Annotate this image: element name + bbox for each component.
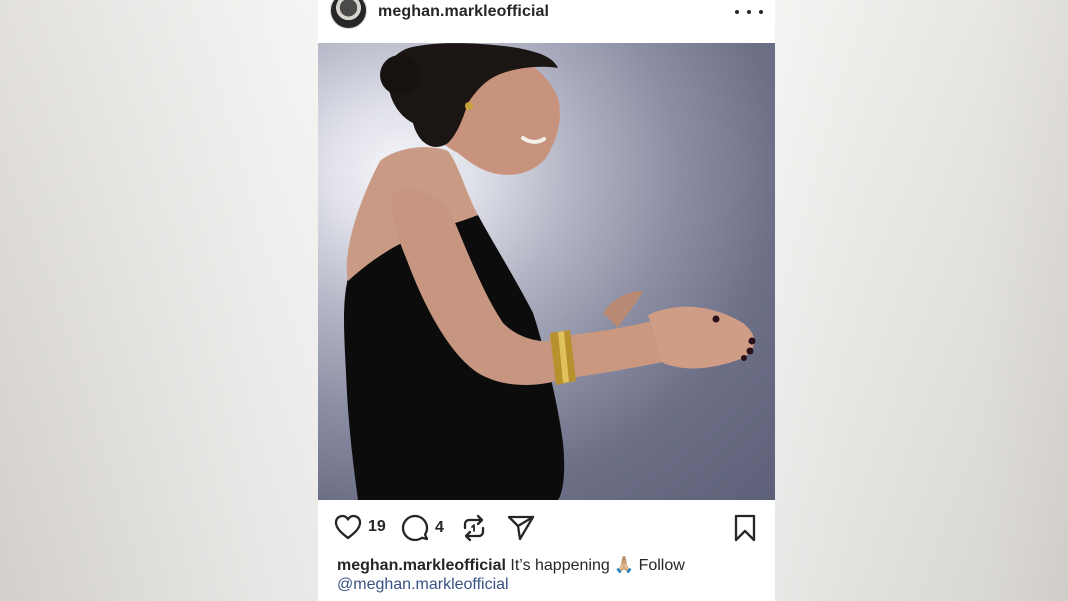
background-right	[775, 0, 1068, 601]
instagram-post: meghan.markleofficial 19 4 meghan.markle…	[318, 0, 775, 601]
more-options-icon[interactable]	[735, 3, 763, 21]
like-count[interactable]: 19	[368, 518, 386, 536]
post-username[interactable]: meghan.markleofficial	[378, 3, 549, 21]
post-photo[interactable]	[318, 43, 775, 500]
background-left	[0, 0, 318, 601]
caption-text: It’s happening 🙏🏼 Follow	[510, 557, 685, 574]
send-icon[interactable]	[507, 514, 535, 541]
comment-count[interactable]: 4	[435, 519, 444, 537]
comment-group: 4	[401, 514, 444, 541]
caption-username[interactable]: meghan.markleofficial	[337, 557, 506, 574]
avatar[interactable]	[330, 0, 367, 29]
repost-icon[interactable]	[461, 514, 487, 542]
caption-mention[interactable]: @meghan.markleofficial	[337, 576, 509, 593]
share-group	[507, 514, 535, 541]
like-group: 19	[334, 514, 386, 540]
photo-illustration	[344, 43, 756, 500]
bookmark-icon[interactable]	[733, 514, 757, 542]
action-bar: 19 4	[318, 500, 775, 556]
repost-group	[461, 514, 487, 542]
save-group	[733, 514, 757, 542]
heart-icon[interactable]	[334, 514, 362, 540]
post-caption: meghan.markleofficial It’s happening 🙏🏼 …	[337, 556, 757, 594]
post-header: meghan.markleofficial	[318, 0, 775, 42]
comment-bubble-icon[interactable]	[401, 514, 429, 541]
